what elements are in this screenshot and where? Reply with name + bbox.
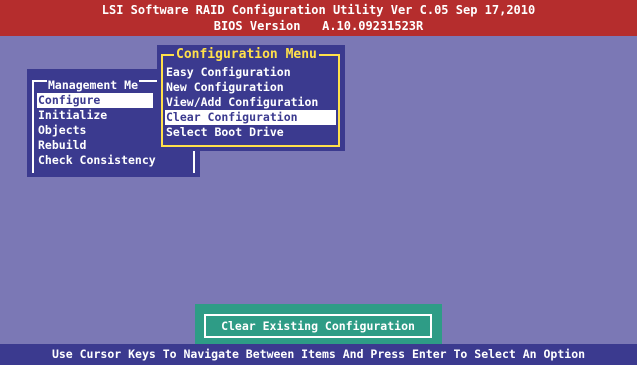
menu-item-clear-configuration[interactable]: Clear Configuration xyxy=(165,110,336,125)
menu-item-select-boot-drive[interactable]: Select Boot Drive xyxy=(165,125,338,140)
menu-item-check-consistency[interactable]: Check Consistency xyxy=(37,153,197,168)
utility-title: LSI Software RAID Configuration Utility … xyxy=(101,3,536,17)
title-bar: LSI Software RAID Configuration Utility … xyxy=(0,0,637,36)
management-menu-title: Management Me xyxy=(47,78,140,92)
menu-item-easy-configuration[interactable]: Easy Configuration xyxy=(165,65,338,80)
status-box: Clear Existing Configuration xyxy=(195,304,442,344)
configuration-menu-title: Configuration Menu xyxy=(174,46,319,63)
menu-item-configure[interactable]: Configure xyxy=(37,93,153,108)
configuration-menu: Configuration Menu Easy Configuration Ne… xyxy=(157,45,345,151)
bios-version: BIOS Version A.10.09231523R xyxy=(213,19,424,33)
menu-item-new-configuration[interactable]: New Configuration xyxy=(165,80,338,95)
help-bar: Use Cursor Keys To Navigate Between Item… xyxy=(0,344,637,365)
configuration-menu-list: Easy Configuration New Configuration Vie… xyxy=(165,65,338,140)
status-message: Clear Existing Configuration xyxy=(204,314,432,338)
menu-item-view-add-configuration[interactable]: View/Add Configuration xyxy=(165,95,338,110)
